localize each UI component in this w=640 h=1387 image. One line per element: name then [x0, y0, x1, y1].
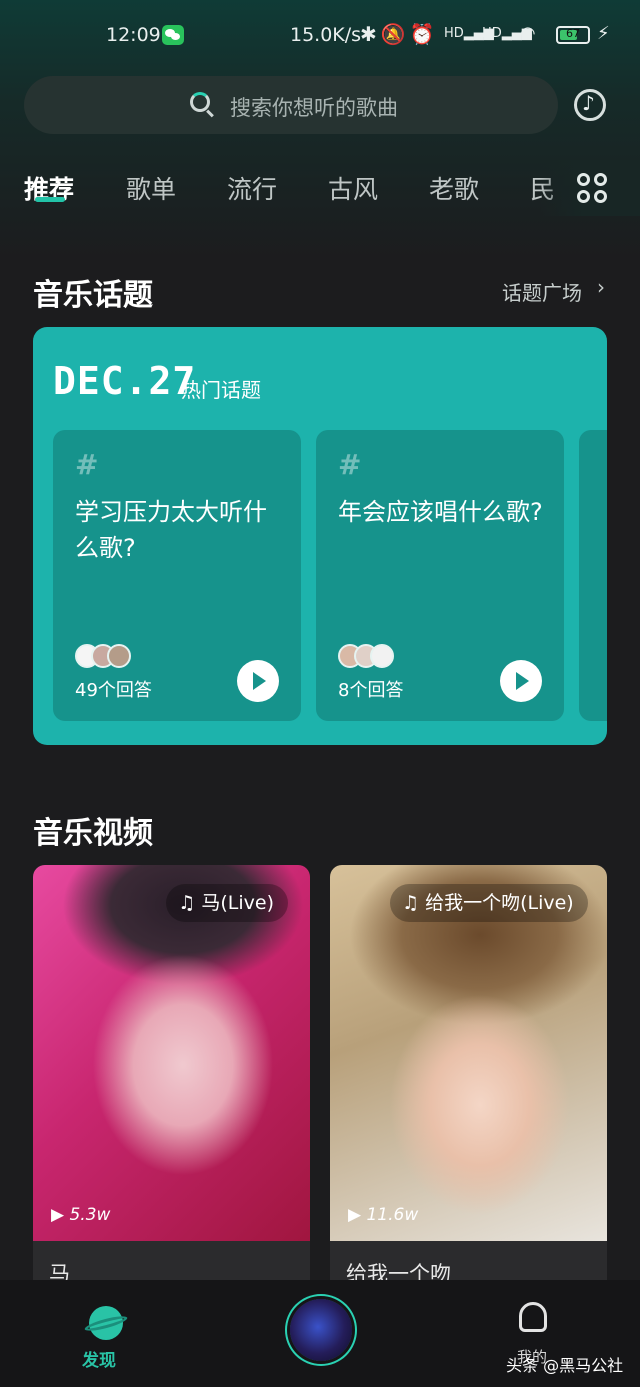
alarm-icon: ⏰ [409, 22, 439, 46]
play-count: ▶ 11.6w [348, 1205, 419, 1225]
status-icons: ✱🔕⏰ [360, 22, 439, 46]
video-card[interactable]: ♫ 马(Live) ▶ 5.3w 马 [33, 865, 310, 1295]
battery-icon: 67 [556, 26, 590, 44]
play-icon: ▶ [51, 1205, 70, 1225]
search-bar[interactable]: 搜索你想听的歌曲 [24, 76, 558, 134]
play-icon[interactable] [500, 660, 542, 702]
bluetooth-icon: ✱ [360, 22, 381, 46]
topic-date: DEC.27 [53, 359, 197, 403]
category-grid-icon[interactable] [574, 170, 610, 206]
answer-count: 8个回答 [338, 680, 404, 701]
hashtag-icon: # [338, 448, 362, 481]
video-card[interactable]: ♫ 给我一个吻(Live) ▶ 11.6w 给我一个吻 [330, 865, 607, 1295]
play-icon[interactable] [237, 660, 279, 702]
status-time: 12:09 [106, 24, 161, 46]
music-recognition-icon[interactable] [574, 89, 606, 121]
answer-count: 49个回答 [75, 680, 152, 701]
search-placeholder: 搜索你想听的歌曲 [230, 96, 398, 120]
status-bar: 12:09 15.0K/s ✱🔕⏰ HD▂▄▆ HD▂▄▆ ◠ 67 ⚡ [0, 14, 640, 58]
tab-ancient-style[interactable]: 古风 [328, 170, 378, 206]
planet-icon [89, 1306, 123, 1340]
song-tag[interactable]: ♫ 给我一个吻(Live) [390, 884, 588, 922]
network-speed: 15.0K/s [290, 24, 362, 46]
topic-question-card[interactable]: # 学习压力太大听什么歌? 49个回答 [53, 430, 301, 721]
charging-icon: ⚡ [597, 23, 610, 44]
chevron-right-icon[interactable]: › [597, 275, 605, 299]
search-icon [190, 92, 210, 112]
play-icon: ▶ [348, 1205, 367, 1225]
topic-question-card[interactable]: # 年会应该唱什么歌? 8个回答 [316, 430, 564, 721]
nav-discover[interactable]: 发现 [82, 1306, 126, 1376]
now-playing-disc[interactable] [290, 1299, 352, 1361]
tab-playlist[interactable]: 歌单 [126, 170, 176, 206]
topic-question-card-peek[interactable] [579, 430, 607, 721]
topic-question: 学习压力太大听什么歌? [75, 498, 267, 562]
wechat-notification-icon [162, 25, 184, 45]
topic-question: 年会应该唱什么歌? [338, 498, 543, 526]
watermark: 头条 @黑马公社 [506, 1356, 624, 1375]
topic-card: DEC.27 热门话题 # 学习压力太大听什么歌? 49个回答 # 年会应该唱什… [33, 327, 607, 745]
avatar [370, 644, 394, 668]
user-icon [519, 1302, 547, 1332]
wifi-icon: ◠ [520, 23, 536, 44]
topics-title: 音乐话题 [33, 278, 153, 313]
topic-square-link[interactable]: 话题广场 [502, 277, 582, 306]
hot-topic-label: 热门话题 [181, 378, 261, 402]
music-note-icon: ♫ [402, 892, 426, 914]
play-count: ▶ 5.3w [51, 1205, 111, 1225]
mute-icon: 🔕 [380, 22, 410, 46]
active-tab-indicator [35, 197, 65, 202]
battery-level: 67 [566, 27, 580, 40]
avatar [107, 644, 131, 668]
tab-pop[interactable]: 流行 [227, 170, 277, 206]
hashtag-icon: # [75, 448, 99, 481]
song-tag[interactable]: ♫ 马(Live) [166, 884, 288, 922]
tab-oldies[interactable]: 老歌 [429, 170, 479, 206]
nav-discover-label: 发现 [82, 1351, 116, 1371]
videos-title: 音乐视频 [33, 816, 153, 851]
music-note-icon: ♫ [178, 892, 202, 914]
